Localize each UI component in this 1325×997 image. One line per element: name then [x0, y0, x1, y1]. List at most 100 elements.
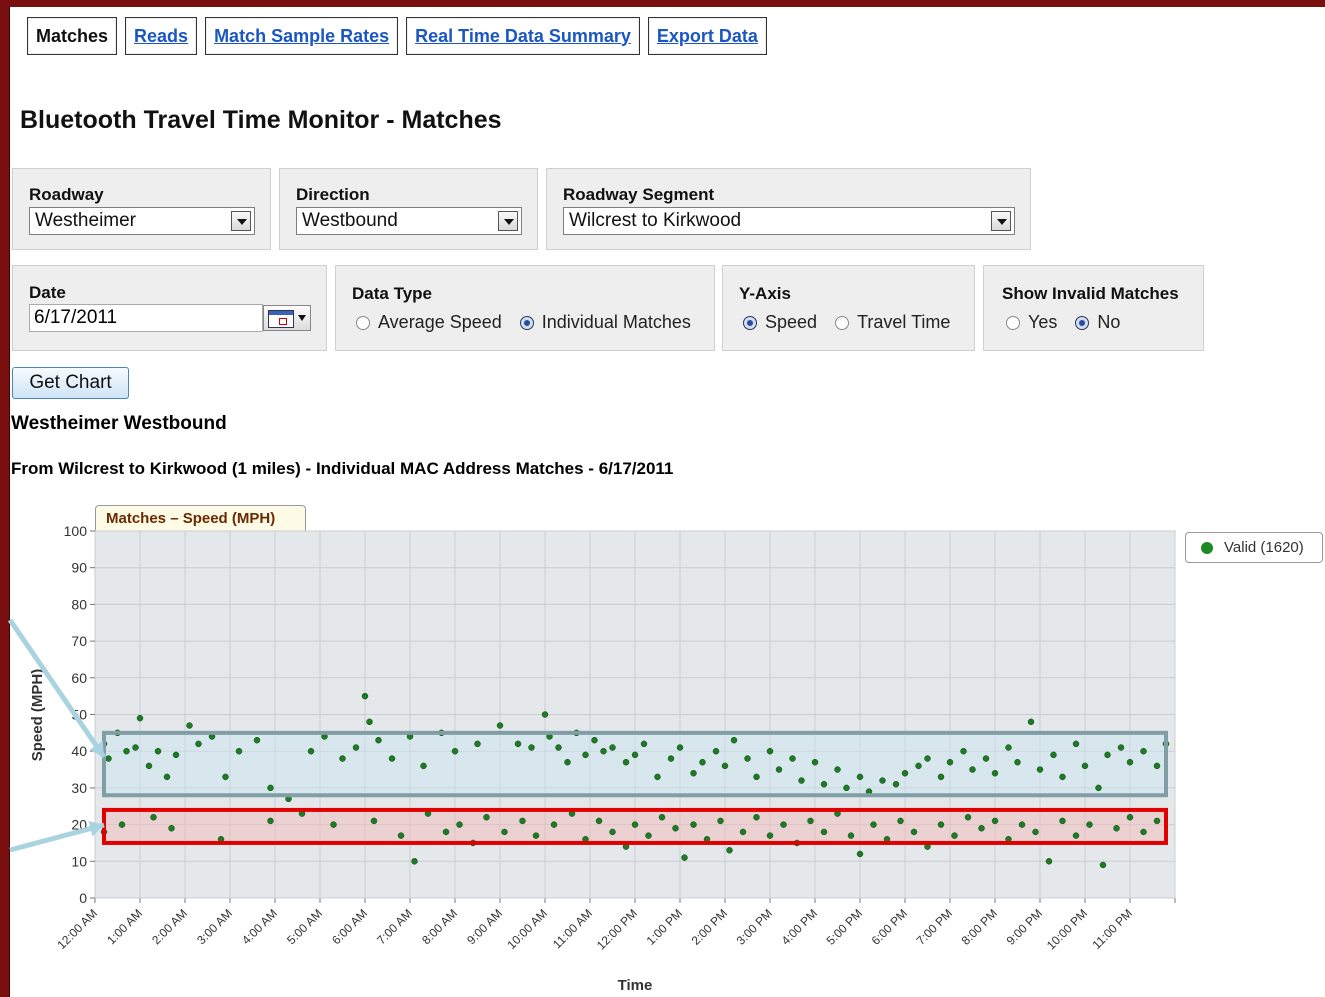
data-point — [730, 736, 738, 744]
data-point — [978, 825, 985, 832]
callout-arrow-line — [7, 618, 107, 759]
y-tick-label: 60 — [71, 670, 87, 686]
data-point — [123, 747, 130, 755]
data-point — [451, 747, 459, 755]
data-point — [1153, 817, 1161, 825]
y-tick-label: 30 — [71, 780, 87, 796]
y-axis-title: Speed (MPH) — [29, 669, 46, 762]
data-point — [609, 828, 616, 836]
data-point — [555, 744, 562, 751]
data-point — [991, 769, 999, 777]
data-point — [474, 740, 481, 748]
data-point — [1059, 773, 1066, 781]
scatter-chart: 010203040506070809010012:00 AM 1:00 AM 2:0… — [7, 523, 1176, 994]
data-point — [622, 758, 630, 766]
data-point — [712, 747, 720, 755]
x-tick-label: 8:00 PM — [959, 906, 1001, 948]
data-point — [1086, 821, 1093, 828]
data-point — [1018, 821, 1026, 828]
data-point — [982, 755, 990, 762]
data-point — [253, 736, 261, 744]
data-point — [1036, 766, 1044, 773]
data-point — [267, 817, 274, 825]
data-point — [681, 854, 688, 861]
data-point — [132, 744, 139, 751]
x-tick-label: 6:00 AM — [329, 906, 370, 947]
data-point — [370, 817, 378, 825]
y-tick-label: 0 — [79, 890, 87, 906]
data-point — [352, 744, 360, 751]
data-point — [645, 832, 652, 839]
data-point — [582, 751, 589, 759]
data-point — [753, 773, 760, 781]
x-axis-title: Time — [618, 977, 653, 994]
data-point — [1126, 814, 1134, 821]
x-tick-label: 8:00 AM — [419, 906, 460, 947]
data-point — [924, 755, 931, 762]
data-point — [964, 814, 972, 821]
data-point — [726, 847, 733, 854]
data-point — [834, 766, 841, 773]
data-point — [775, 766, 783, 773]
data-point — [1140, 747, 1147, 755]
x-tick-label: 3:00 PM — [734, 906, 776, 948]
data-point — [564, 758, 571, 766]
x-tick-label: 12:00 PM — [594, 906, 640, 952]
data-point — [136, 714, 144, 722]
data-point — [1072, 832, 1080, 839]
data-point — [766, 832, 774, 839]
x-tick-label: 1:00 PM — [644, 906, 686, 948]
y-tick-label: 70 — [71, 633, 87, 649]
data-point — [807, 817, 814, 825]
data-point — [915, 762, 922, 770]
data-point — [870, 821, 877, 828]
data-point — [640, 740, 648, 748]
data-point — [105, 755, 112, 762]
data-point — [843, 784, 850, 792]
data-point — [1005, 744, 1012, 751]
data-point — [1095, 784, 1102, 792]
data-point — [1117, 744, 1125, 751]
data-point — [811, 758, 819, 766]
data-point — [1045, 858, 1053, 865]
data-point — [330, 821, 337, 828]
x-tick-label: 10:00 AM — [504, 906, 550, 952]
x-tick-label: 10:00 PM — [1044, 906, 1090, 952]
data-point — [721, 762, 729, 770]
data-point — [339, 755, 346, 762]
data-point — [388, 755, 396, 762]
data-point — [789, 755, 796, 762]
x-tick-label: 2:00 PM — [689, 906, 731, 948]
y-tick-label: 40 — [71, 743, 87, 759]
data-point — [856, 850, 864, 858]
data-point — [501, 828, 508, 836]
data-point — [1099, 861, 1107, 869]
data-point — [897, 817, 904, 825]
data-point — [1153, 762, 1161, 770]
x-tick-label: 7:00 PM — [914, 906, 956, 948]
data-point — [591, 736, 598, 744]
data-point — [847, 832, 855, 839]
data-point — [1081, 762, 1089, 770]
data-point — [667, 755, 675, 762]
data-point — [901, 769, 909, 777]
data-point — [960, 747, 967, 755]
data-point — [361, 692, 369, 700]
data-point — [1140, 828, 1147, 836]
data-point — [456, 821, 463, 828]
data-point — [951, 832, 958, 839]
data-point — [798, 777, 805, 784]
data-point — [766, 747, 774, 755]
data-point — [744, 755, 751, 762]
data-point — [267, 784, 274, 792]
data-point — [186, 722, 193, 729]
data-point — [937, 773, 945, 781]
x-tick-label: 11:00 PM — [1090, 906, 1136, 952]
data-point — [631, 821, 639, 828]
x-tick-label: 4:00 AM — [239, 906, 280, 947]
data-point — [1032, 828, 1039, 836]
data-point — [856, 773, 864, 781]
data-point — [753, 814, 760, 821]
data-point — [550, 821, 558, 828]
plot-area: 010203040506070809010012:00 AM 1:00 AM 2:0… — [7, 523, 1176, 994]
